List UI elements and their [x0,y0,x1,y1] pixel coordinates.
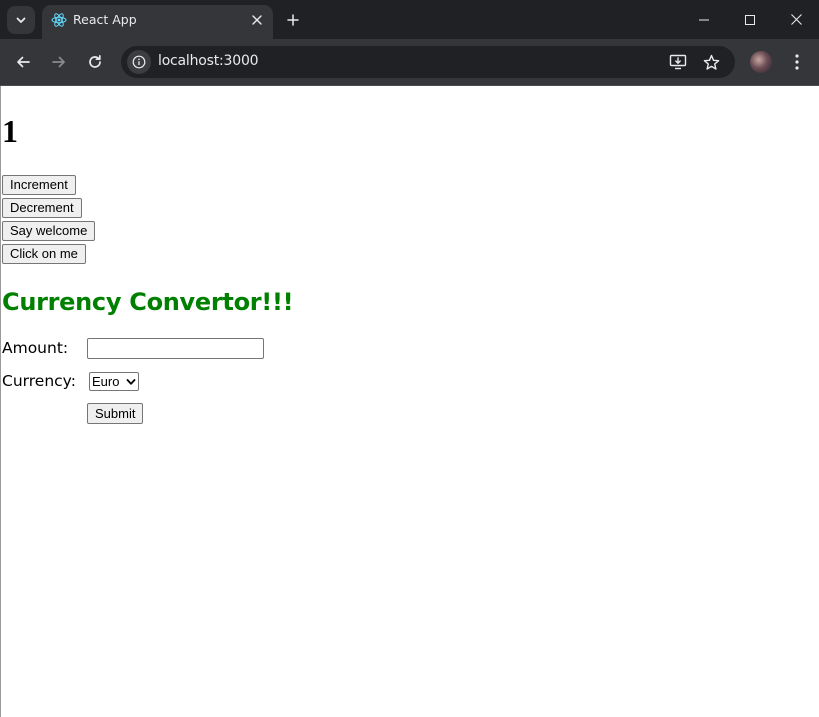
site-info-button[interactable] [127,50,151,74]
reload-button[interactable] [81,48,109,76]
converter-heading: Currency Convertor!!! [2,288,294,316]
install-app-icon [669,54,687,70]
currency-label: Currency: [2,372,76,390]
submit-button[interactable]: Submit [87,403,144,424]
currency-select[interactable]: Euro [89,372,139,391]
forward-arrow-icon [52,56,65,68]
install-app-button[interactable] [668,52,688,72]
window-minimize-button[interactable] [681,0,727,39]
browser-toolbar: localhost:3000 [0,39,819,86]
back-arrow-icon [17,56,30,68]
new-tab-button[interactable] [281,8,305,32]
click-on-me-button[interactable]: Click on me [2,244,86,264]
amount-input[interactable] [87,338,264,359]
chevron-down-icon [16,17,26,23]
back-button[interactable] [9,48,37,76]
say-welcome-button[interactable]: Say welcome [2,221,96,241]
minimize-icon [699,19,709,20]
profile-avatar[interactable] [750,51,772,73]
tab-search-button[interactable] [7,6,35,34]
browser-tab-active[interactable]: React App [42,5,273,39]
reload-icon [89,54,101,68]
window-maximize-button[interactable] [727,0,773,39]
url-text: localhost:3000 [158,53,259,69]
close-icon [252,15,262,25]
tab-close-button[interactable] [249,12,265,28]
decrement-button[interactable]: Decrement [2,198,82,218]
page-viewport: 1 Increment Decrement Say welcome Click … [0,86,819,717]
address-bar[interactable]: localhost:3000 [121,46,735,78]
counter-value: 1 [2,113,18,149]
info-icon [132,55,146,69]
currency-selected-value: Euro [92,374,120,389]
tab-title: React App [73,12,137,27]
bookmark-button[interactable] [701,52,721,72]
react-favicon-icon [51,13,67,27]
browser-titlebar: React App [0,0,819,39]
forward-button[interactable] [45,48,73,76]
amount-label: Amount: [2,339,69,357]
maximize-icon [745,14,755,25]
plus-icon [287,14,299,26]
kebab-menu-icon [795,54,799,70]
browser-menu-button[interactable] [786,51,808,73]
chevron-down-icon [126,379,136,385]
increment-button[interactable]: Increment [2,175,76,195]
star-icon [703,54,719,70]
window-close-icon [790,14,802,25]
window-close-button[interactable] [773,0,819,39]
